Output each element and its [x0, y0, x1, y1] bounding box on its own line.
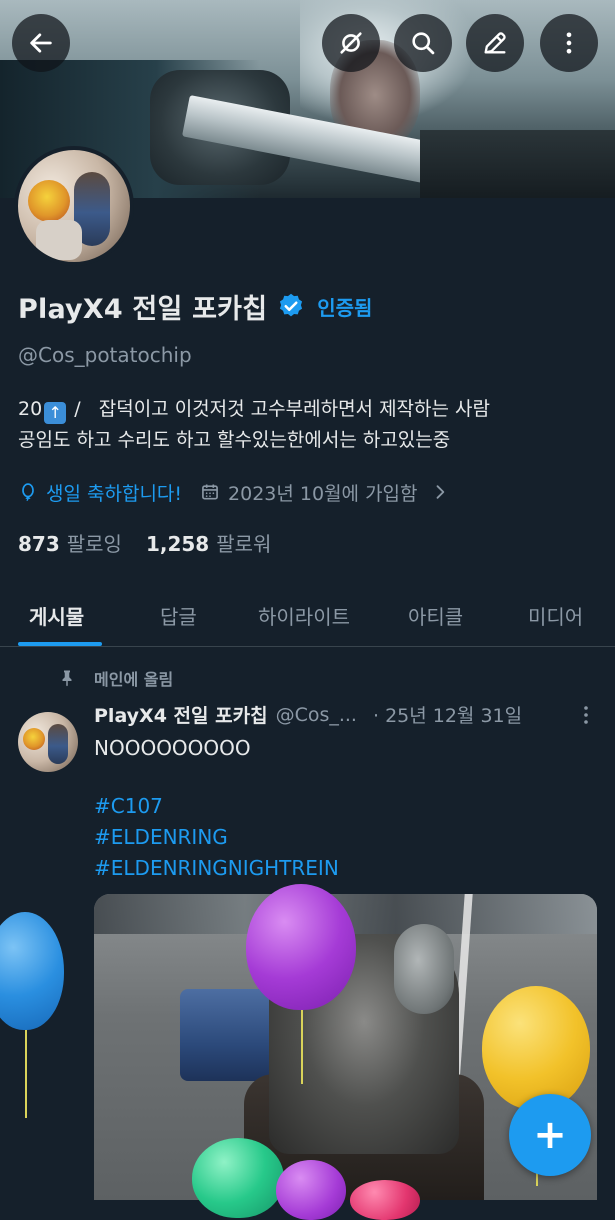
birthday-link[interactable]: 생일 축하합니다!: [46, 479, 182, 506]
hashtag-link[interactable]: #ELDENRINGNIGHTREIN: [94, 856, 339, 880]
tab-highlights[interactable]: 하이라이트: [258, 584, 350, 646]
profile-avatar[interactable]: [14, 146, 134, 266]
display-name: PlayX4 전일 포카칩: [18, 293, 268, 325]
followers-label: 팔로워: [216, 532, 272, 556]
tab-media[interactable]: 미디어: [528, 584, 583, 646]
search-button[interactable]: [394, 14, 452, 72]
hashtag-link[interactable]: #ELDENRING: [94, 825, 228, 849]
purple-balloon-icon: [246, 884, 356, 1084]
chevron-right-icon[interactable]: [430, 482, 450, 502]
grok-icon: [340, 32, 362, 54]
profile-meta: 생일 축하합니다! 2023년 10월에 가입함: [18, 477, 458, 507]
following-link[interactable]: 873 팔로잉: [18, 528, 122, 557]
post-text: NOOOOOOOOO: [94, 736, 251, 760]
post-author-handle[interactable]: @Cos_...: [276, 704, 357, 726]
bio-line-1: 20 ↑ / 잡덕이고 이것저것 고수부레하면서 제작하는 사람: [18, 394, 608, 425]
more-options-button[interactable]: [540, 14, 598, 72]
blue-balloon-icon: [0, 912, 64, 1118]
avatar-figure-yellow: [23, 728, 45, 750]
follow-stats: 873 팔로잉 1,258 팔로워: [18, 528, 271, 557]
avatar-figure-table: [36, 220, 82, 260]
back-arrow-icon: [30, 33, 52, 53]
pinned-label: 메인에 올림: [94, 670, 174, 689]
edit-button[interactable]: [466, 14, 524, 72]
pin-icon: [62, 670, 72, 687]
compose-post-fab[interactable]: +: [509, 1094, 591, 1176]
followers-link[interactable]: 1,258 팔로워: [146, 528, 271, 557]
avatar-figure-person: [48, 724, 68, 764]
followers-count: 1,258: [145, 532, 210, 556]
verified-label[interactable]: 인증됨: [317, 292, 372, 321]
profile-handle: @Cos_potatochip: [18, 343, 192, 367]
tab-posts[interactable]: 게시물: [29, 584, 84, 646]
search-icon: [412, 32, 435, 55]
post-header: PlayX4 전일 포카칩 @Cos_... · 25년 12월 31일: [94, 701, 522, 728]
plus-icon: +: [533, 1112, 567, 1158]
yellow-balloon-icon: [482, 986, 590, 1186]
following-count: 873: [18, 532, 60, 556]
pink-balloon-icon: [350, 1180, 420, 1220]
green-balloon-icon: [192, 1138, 284, 1218]
purple-balloon-icon: [276, 1160, 346, 1220]
compose-icon: [484, 32, 506, 54]
profile-tabs: 게시물 답글 하이라이트 아티클 미디어: [0, 584, 615, 647]
post-author-name[interactable]: PlayX4 전일 포카칩: [94, 701, 268, 728]
name-row: PlayX4 전일 포카칩 인증됨: [18, 286, 372, 326]
balloon-icon: [22, 483, 34, 501]
more-vertical-icon: [566, 32, 572, 54]
up-arrow-emoji-icon: ↑: [44, 402, 67, 424]
hashtag-link[interactable]: #C107: [94, 794, 163, 818]
active-tab-indicator: [18, 642, 102, 646]
bio-prefix: 20: [18, 398, 43, 420]
media-shield: [394, 924, 454, 1014]
joined-date[interactable]: 2023년 10월에 가입함: [228, 479, 418, 506]
verified-badge-icon[interactable]: [277, 292, 305, 320]
tab-replies[interactable]: 답글: [160, 584, 197, 646]
tab-articles[interactable]: 아티클: [408, 584, 463, 646]
profile-bio: 20 ↑ / 잡덕이고 이것저것 고수부레하면서 제작하는 사람 공임도 하고 수…: [18, 394, 608, 456]
following-label: 팔로잉: [66, 532, 122, 556]
post-date[interactable]: · 25년 12월 31일: [373, 701, 522, 728]
banner-coat: [420, 130, 615, 198]
bio-line1-rest: / 잡덕이고 이것저것 고수부레하면서 제작하는 사람: [68, 398, 490, 420]
calendar-icon: [202, 484, 218, 500]
back-button[interactable]: [12, 14, 70, 72]
post-author-avatar[interactable]: [18, 712, 78, 772]
post-more-icon[interactable]: [574, 703, 598, 727]
avatar-figure-yellow: [28, 180, 70, 222]
grok-button[interactable]: [322, 14, 380, 72]
pinned-indicator: 메인에 올림: [58, 666, 173, 690]
bio-line-2: 공임도 하고 수리도 하고 할수있는한에서는 하고있는중: [18, 429, 451, 451]
